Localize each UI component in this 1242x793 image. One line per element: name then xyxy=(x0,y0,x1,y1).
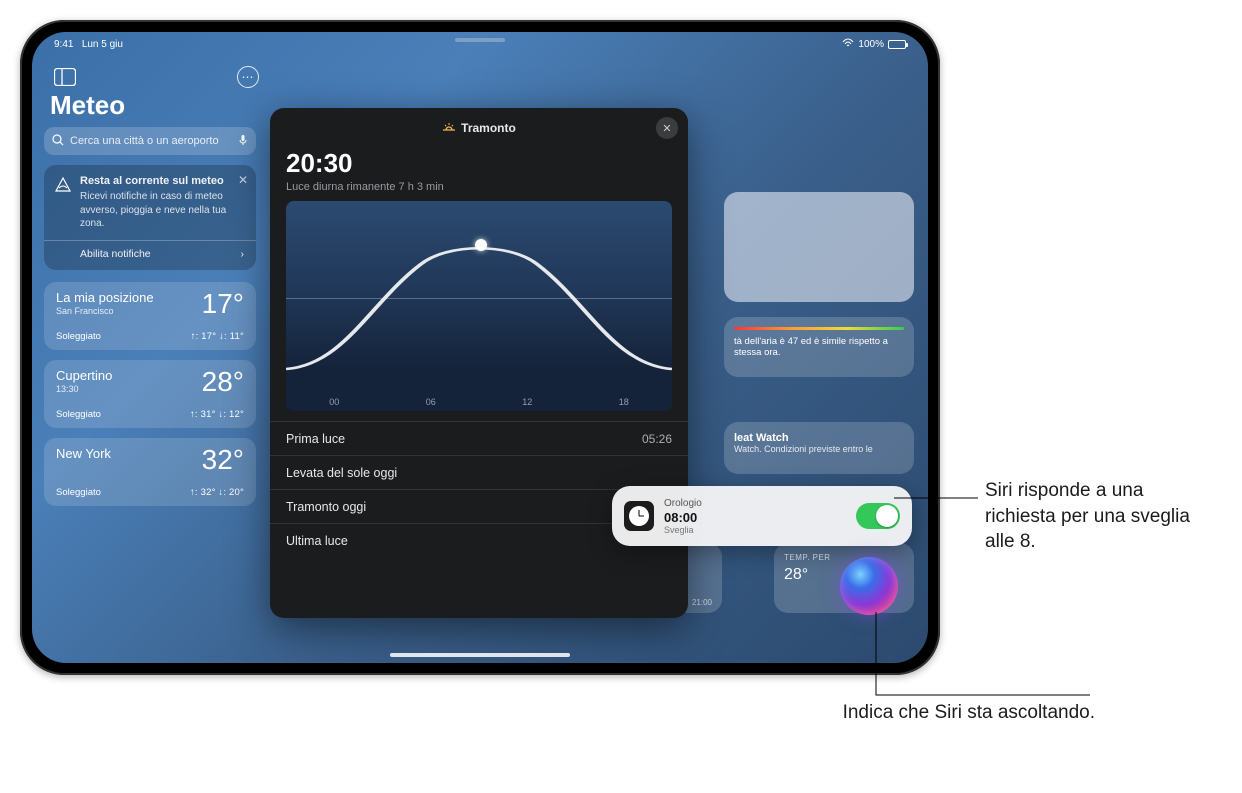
modal-title: Tramonto xyxy=(461,121,516,135)
sun-marker xyxy=(475,239,487,251)
sidebar-toggle-icon[interactable] xyxy=(54,68,76,86)
alert-title: Resta al corrente sul meteo xyxy=(80,175,244,187)
home-indicator[interactable] xyxy=(390,653,570,657)
city-temp: 32° xyxy=(202,444,244,476)
city-card-cupertino[interactable]: Cupertino 13:30 28° Soleggiato ↑: 31° ↓:… xyxy=(44,360,256,428)
city-hilo: ↑: 31° ↓: 12° xyxy=(190,409,244,420)
sun-path-chart[interactable]: 00 06 12 18 xyxy=(286,201,672,411)
status-time: 9:41 xyxy=(54,39,73,50)
row-first-light[interactable]: Prima luce 05:26 xyxy=(270,421,688,455)
chart-x-labels: 00 06 12 18 xyxy=(286,397,672,407)
xlabel: 12 xyxy=(522,397,532,407)
siri-app-label: Orologio xyxy=(664,498,702,509)
search-input[interactable]: Cerca una città o un aeroporto xyxy=(44,127,256,155)
sunset-time: 20:30 xyxy=(286,148,672,179)
enable-notifications[interactable]: Abilita notifiche › xyxy=(80,241,244,260)
row-label: Ultima luce xyxy=(286,534,348,548)
row-sunrise[interactable]: Levata del sole oggi xyxy=(270,455,688,489)
siri-text: Orologio 08:00 Sveglia xyxy=(664,498,702,535)
more-icon[interactable]: ⋯ xyxy=(237,66,259,88)
sunset-icon xyxy=(442,121,456,136)
weather-alert-card[interactable]: ✕ Resta al corrente sul meteo Ricevi not… xyxy=(44,165,256,270)
heat-body: Watch. Condizioni previste entro le xyxy=(734,444,904,454)
city-hilo: ↑: 32° ↓: 20° xyxy=(190,487,244,498)
city-hilo: ↑: 17° ↓: 11° xyxy=(191,331,244,342)
xlabel: 18 xyxy=(619,397,629,407)
status-date: Lun 5 giu xyxy=(82,39,123,50)
app-title: Meteo xyxy=(50,90,256,121)
precip-time: 21:00 xyxy=(692,598,712,607)
heat-title: leat Watch xyxy=(734,432,904,444)
callout-siri-response: Siri risponde a una richiesta per una sv… xyxy=(985,478,1205,555)
alert-body: Ricevi notifiche in caso di meteo avvers… xyxy=(80,190,244,231)
ipad-frame: 9:41 Lun 5 giu 100% ⋯ Meteo xyxy=(20,20,940,675)
radar-panel[interactable] xyxy=(724,192,914,302)
umbrella-alert-icon xyxy=(54,176,72,197)
city-cond: Soleggiato xyxy=(56,409,101,420)
siri-orb-icon[interactable] xyxy=(840,557,898,615)
modal-header: Tramonto ✕ xyxy=(270,108,688,148)
air-quality-panel[interactable]: tà dell'aria è 47 ed è simile rispetto a… xyxy=(724,317,914,377)
city-card-newyork[interactable]: New York 32° Soleggiato ↑: 32° ↓: 20° xyxy=(44,438,256,506)
status-bar: 9:41 Lun 5 giu 100% xyxy=(32,32,928,56)
alarm-label: Sveglia xyxy=(664,525,702,535)
sunset-subtitle: Luce diurna rimanente 7 h 3 min xyxy=(286,181,672,193)
feels-label: TEMP. PER xyxy=(784,553,904,562)
search-placeholder: Cerca una città o un aeroporto xyxy=(70,135,219,147)
siri-alarm-card[interactable]: Orologio 08:00 Sveglia xyxy=(612,486,912,546)
row-label: Levata del sole oggi xyxy=(286,466,397,480)
battery-pct: 100% xyxy=(858,39,884,50)
wifi-icon xyxy=(842,38,854,51)
city-card-my-location[interactable]: La mia posizione San Francisco 17° Soleg… xyxy=(44,282,256,350)
row-label: Prima luce xyxy=(286,432,345,446)
close-button[interactable]: ✕ xyxy=(656,117,678,139)
close-icon[interactable]: ✕ xyxy=(238,173,248,187)
clock-app-icon xyxy=(624,501,654,531)
heat-watch-panel[interactable]: leat Watch Watch. Condizioni previste en… xyxy=(724,422,914,474)
callout-siri-listening: Indica che Siri sta ascoltando. xyxy=(815,700,1095,726)
dictate-icon[interactable] xyxy=(238,134,248,149)
xlabel: 06 xyxy=(426,397,436,407)
status-left: 9:41 Lun 5 giu xyxy=(54,39,123,50)
alarm-toggle[interactable] xyxy=(856,503,900,529)
sidebar: Meteo Cerca una città o un aeroporto ✕ R… xyxy=(44,90,256,516)
city-cond: Soleggiato xyxy=(56,487,101,498)
screen: 9:41 Lun 5 giu 100% ⋯ Meteo xyxy=(32,32,928,663)
battery-icon xyxy=(888,40,906,49)
city-cond: Soleggiato xyxy=(56,331,101,342)
enable-label: Abilita notifiche xyxy=(80,248,151,260)
xlabel: 00 xyxy=(329,397,339,407)
city-temp: 28° xyxy=(202,366,244,398)
aq-text: tà dell'aria è 47 ed è simile rispetto a… xyxy=(734,336,904,358)
status-right: 100% xyxy=(842,38,906,51)
row-label: Tramonto oggi xyxy=(286,500,366,514)
alarm-time: 08:00 xyxy=(664,510,702,525)
city-temp: 17° xyxy=(202,288,244,320)
chevron-right-icon: › xyxy=(241,248,245,260)
search-icon xyxy=(52,134,64,149)
row-value: 05:26 xyxy=(642,432,672,446)
